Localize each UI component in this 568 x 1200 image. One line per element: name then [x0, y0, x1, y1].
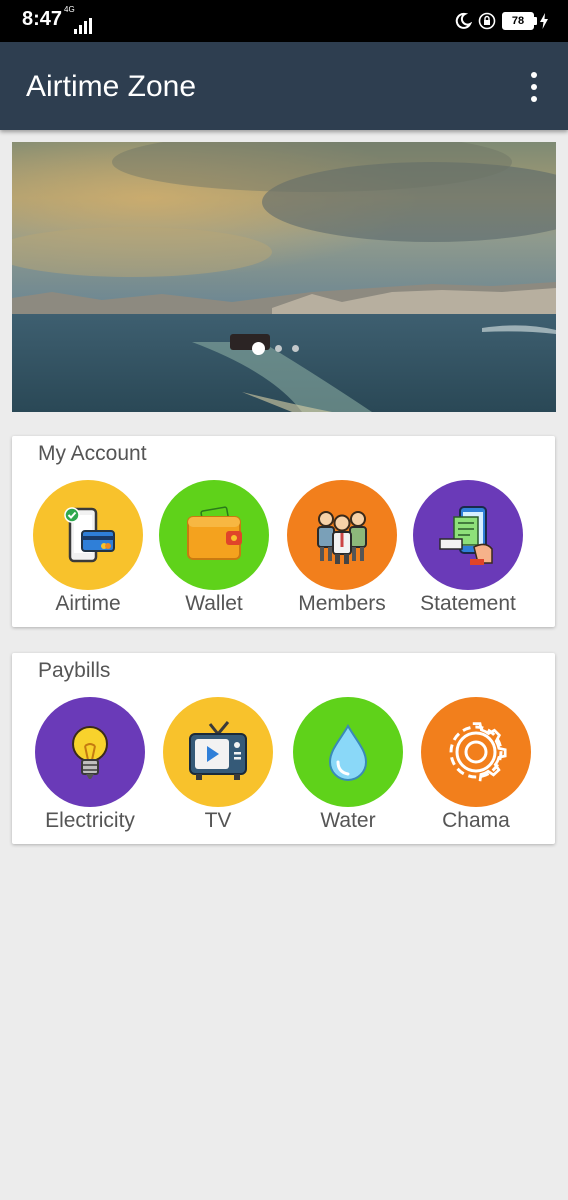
tv-button[interactable]: TV [156, 697, 280, 833]
lock-rotation-icon [478, 12, 496, 30]
statement-icon [439, 506, 493, 565]
signal-icon [74, 18, 92, 34]
members-icon [317, 511, 367, 564]
carousel-dot-2[interactable] [275, 345, 282, 352]
moon-icon [455, 12, 472, 29]
chama-circle [421, 697, 531, 807]
electricity-circle [35, 697, 145, 807]
tv-label: TV [204, 809, 232, 832]
wallet-button[interactable]: Wallet [152, 480, 276, 616]
airtime-button[interactable]: Airtime [26, 480, 150, 616]
statement-circle [413, 480, 523, 590]
wallet-label: Wallet [185, 592, 243, 615]
water-circle [293, 697, 403, 807]
phone-card-icon [64, 507, 115, 563]
paybills-title: Paybills [38, 659, 111, 682]
chama-button[interactable]: Chama [414, 697, 538, 833]
water-button[interactable]: Water [286, 697, 410, 833]
airtime-circle [33, 480, 143, 590]
electricity-button[interactable]: Electricity [28, 697, 152, 833]
members-circle [287, 480, 397, 590]
battery-icon: 78 [502, 12, 537, 30]
network-type: 4G [64, 5, 75, 14]
my-account-title: My Account [38, 442, 147, 465]
app-title: Airtime Zone [26, 70, 197, 103]
tv-circle [163, 697, 273, 807]
wallet-circle [159, 480, 269, 590]
water-drop-icon [328, 723, 368, 781]
lightbulb-icon [72, 726, 108, 779]
my-account-card: My Account Airtime Wallet Members Statem… [12, 436, 555, 627]
app-bar: Airtime Zone [0, 42, 568, 130]
carousel-dot-3[interactable] [292, 345, 299, 352]
status-bar: 8:47 4G 78 [0, 0, 568, 42]
electricity-label: Electricity [45, 809, 135, 832]
charging-icon [540, 13, 548, 29]
tv-icon [189, 721, 247, 780]
statement-label: Statement [420, 592, 516, 615]
water-label: Water [320, 809, 376, 832]
members-label: Members [298, 592, 386, 615]
members-button[interactable]: Members [280, 480, 404, 616]
chama-label: Chama [442, 809, 510, 832]
banner-image [12, 142, 556, 412]
carousel-dot-1[interactable] [252, 342, 265, 355]
wallet-icon [187, 506, 242, 560]
status-time: 8:47 [22, 8, 63, 30]
paybills-card: Paybills Electricity TV Water Chama [12, 653, 555, 844]
gear-icon [449, 722, 507, 782]
airtime-label: Airtime [55, 592, 121, 615]
carousel-indicator[interactable] [252, 342, 299, 355]
banner-carousel[interactable] [12, 142, 556, 412]
overflow-menu-icon[interactable] [522, 70, 546, 104]
statement-button[interactable]: Statement [406, 480, 530, 616]
